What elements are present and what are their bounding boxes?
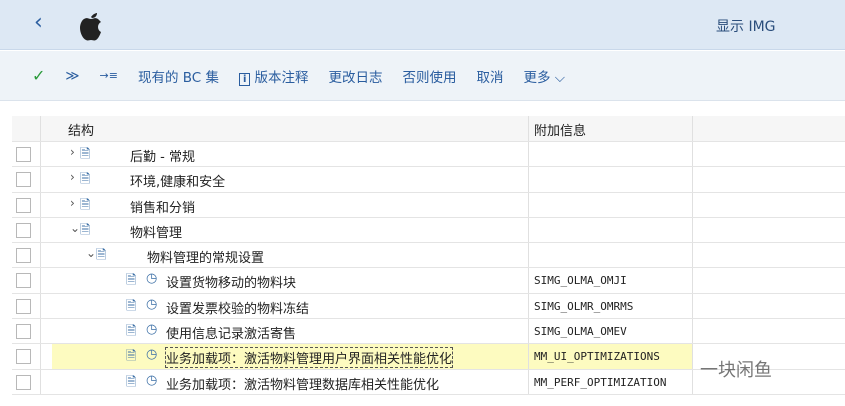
back-button[interactable]: ‹ [34,10,43,35]
row-checkbox[interactable] [16,248,31,264]
column-info: 附加信息 [534,124,587,139]
table-row[interactable]: ⌄ 🗎 物料管理的常规设置 [12,243,845,269]
row-label[interactable]: 环境,健康和安全 [130,171,225,190]
document-icon: 🗎 [126,273,137,289]
row-checkbox[interactable] [16,349,31,365]
clock-icon[interactable]: ◷ [146,271,157,286]
row-checkbox[interactable] [16,273,31,289]
table-header: 结构 附加信息 [12,116,845,142]
expand-all-icon[interactable]: ≫ [65,68,79,84]
document-icon: 🗎 [80,222,91,238]
row-label[interactable]: 设置货物移动的物料块 [166,272,296,291]
document-icon: 🗎 [126,324,137,340]
more-label: 更多 [523,69,551,86]
column-structure: 结构 [68,124,95,139]
row-label[interactable]: 设置发票校验的物料冻结 [166,298,309,317]
expand-toggle-icon[interactable]: ⌄ [70,221,80,235]
row-label[interactable]: 销售和分销 [130,197,195,216]
toolbar: ✓ ≫ →≡ 现有的 BC 集 i 版本注释 更改日志 否则使用 取消 更多 ⌵ [0,51,845,101]
row-checkbox[interactable] [16,147,31,162]
table-row[interactable]: 🗎 ◷ 设置发票校验的物料冻结 SIMG_OLMR_OMRMS [12,293,845,320]
table-row[interactable]: › 🗎 后勤 - 常规 [12,142,845,168]
structure-table: 结构 附加信息 › 🗎 后勤 - 常规 › 🗎 环境,健康和安全 › 🗎 销售和分销 ⌄ 🗎 物料管理… [12,116,845,395]
table-row[interactable]: › 🗎 销售和分销 [12,192,845,218]
row-label[interactable]: 物料管理 [130,222,182,241]
document-icon: 🗎 [126,298,137,314]
table-row[interactable]: 🗎 ◷ 使用信息记录激活寄售 SIMG_OLMA_OMEV [12,319,845,345]
indent-icon[interactable]: →≡ [100,69,118,82]
row-label[interactable]: 业务加载项：激活物料管理数据库相关性能优化 [166,374,439,393]
expand-toggle-icon[interactable]: › [70,170,75,184]
row-label[interactable]: 业务加载项：激活物料管理用户界面相关性能优化 [164,347,454,369]
row-info: MM_PERF_OPTIMIZATION [534,375,667,389]
shell-header: ‹ 显示 IMG [0,0,845,50]
row-label[interactable]: 物料管理的常规设置 [147,247,264,266]
bc-sets-button[interactable]: 现有的 BC 集 [138,66,219,86]
clock-icon[interactable]: ◷ [146,297,157,312]
expand-toggle-icon[interactable]: ⌄ [86,246,96,260]
table-row[interactable]: › 🗎 环境,健康和安全 [12,167,845,193]
apple-logo [80,13,101,41]
release-notes-label: 版本注释 [254,69,309,86]
document-icon: 🗎 [80,197,91,213]
release-notes-button[interactable]: i 版本注释 [239,66,308,86]
row-checkbox[interactable] [16,172,31,188]
document-icon: 🗎 [80,172,91,188]
row-info: SIMG_OLMA_OMJI [534,274,627,288]
document-icon: 🗎 [126,349,137,365]
row-info: SIMG_OLMA_OMEV [534,325,627,339]
row-info: MM_UI_OPTIMIZATIONS [534,350,660,364]
row-checkbox[interactable] [16,222,31,238]
row-label[interactable]: 使用信息记录激活寄售 [166,323,296,342]
document-icon: 🗎 [96,248,107,264]
row-checkbox[interactable] [16,197,31,213]
change-log-button[interactable]: 更改日志 [328,66,382,86]
row-label[interactable]: 后勤 - 常规 [130,146,195,165]
cancel-button[interactable]: 取消 [476,66,503,86]
row-info: SIMG_OLMR_OMRMS [534,299,634,313]
check-icon[interactable]: ✓ [32,66,45,85]
table-row[interactable]: ⌄ 🗎 物料管理 [12,217,845,244]
expand-toggle-icon[interactable]: › [70,196,75,210]
expand-toggle-icon[interactable]: › [70,145,75,159]
page-title: 显示 IMG [716,19,776,35]
clock-icon[interactable]: ◷ [146,322,157,337]
more-button[interactable]: 更多 ⌵ [523,66,565,86]
clock-icon[interactable]: ◷ [146,347,157,362]
clock-icon[interactable]: ◷ [146,373,157,388]
document-icon: 🗎 [80,147,91,162]
document-icon: 🗎 [126,374,137,390]
table-row[interactable]: 🗎 ◷ 设置货物移动的物料块 SIMG_OLMA_OMJI [12,268,845,294]
watermark: 一块闲鱼 [700,360,772,381]
row-checkbox[interactable] [16,298,31,314]
where-used-button[interactable]: 否则使用 [402,66,456,86]
row-checkbox[interactable] [16,324,31,340]
row-checkbox[interactable] [16,374,31,390]
chevron-down-icon: ⌵ [554,69,565,86]
info-icon: i [239,72,251,86]
